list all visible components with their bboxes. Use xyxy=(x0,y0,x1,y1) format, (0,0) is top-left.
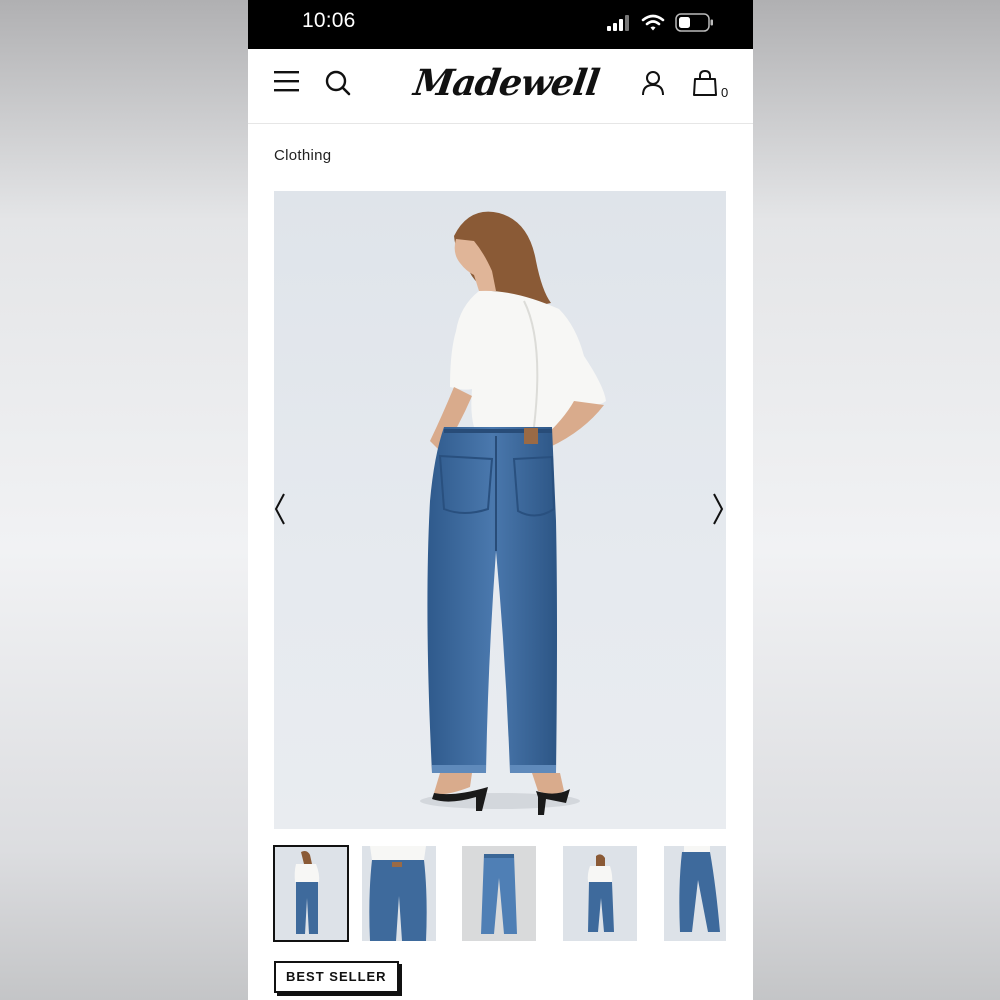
phone-screen: 10:06 Madewell 0 Clothing BEST SELLER xyxy=(248,0,753,1000)
menu-button[interactable] xyxy=(273,69,301,95)
status-time: 10:06 xyxy=(302,9,356,32)
thumbnail-4[interactable] xyxy=(563,846,637,941)
wifi-icon xyxy=(641,14,665,31)
chevron-right-icon xyxy=(713,493,724,525)
thumbnail-image xyxy=(481,854,517,934)
model-photo xyxy=(420,211,606,815)
thumbnail-image xyxy=(679,846,720,932)
previous-image-button[interactable] xyxy=(274,491,292,527)
account-button[interactable] xyxy=(641,70,665,96)
status-icons xyxy=(607,12,717,34)
shopping-bag-button[interactable] xyxy=(692,69,718,97)
thumbnail-image xyxy=(294,851,320,934)
battery-icon xyxy=(675,13,713,32)
status-bar: 10:06 xyxy=(248,0,753,49)
breadcrumb[interactable]: Clothing xyxy=(274,147,331,164)
thumbnail-1[interactable] xyxy=(273,845,349,942)
chevron-left-icon xyxy=(274,493,285,525)
search-button[interactable] xyxy=(324,69,352,97)
product-image[interactable] xyxy=(274,191,726,829)
menu-icon xyxy=(274,71,299,92)
best-seller-badge: BEST SELLER xyxy=(274,961,399,993)
thumbnail-image xyxy=(587,854,614,932)
cellular-signal-icon xyxy=(607,15,629,31)
thumbnail-strip xyxy=(273,845,726,942)
bag-count: 0 xyxy=(721,85,729,100)
next-image-button[interactable] xyxy=(708,491,726,527)
thumbnail-3[interactable] xyxy=(462,846,536,941)
brand-logo[interactable]: Madewell xyxy=(410,57,601,109)
background-left xyxy=(0,0,248,1000)
search-icon xyxy=(325,70,351,96)
background-right xyxy=(753,0,1000,1000)
account-icon xyxy=(642,71,664,96)
shopping-bag-icon xyxy=(693,69,717,96)
thumbnail-5[interactable] xyxy=(664,846,726,941)
thumbnail-2[interactable] xyxy=(362,846,436,941)
thumbnail-image xyxy=(369,846,427,941)
site-header: Madewell 0 xyxy=(248,49,753,124)
